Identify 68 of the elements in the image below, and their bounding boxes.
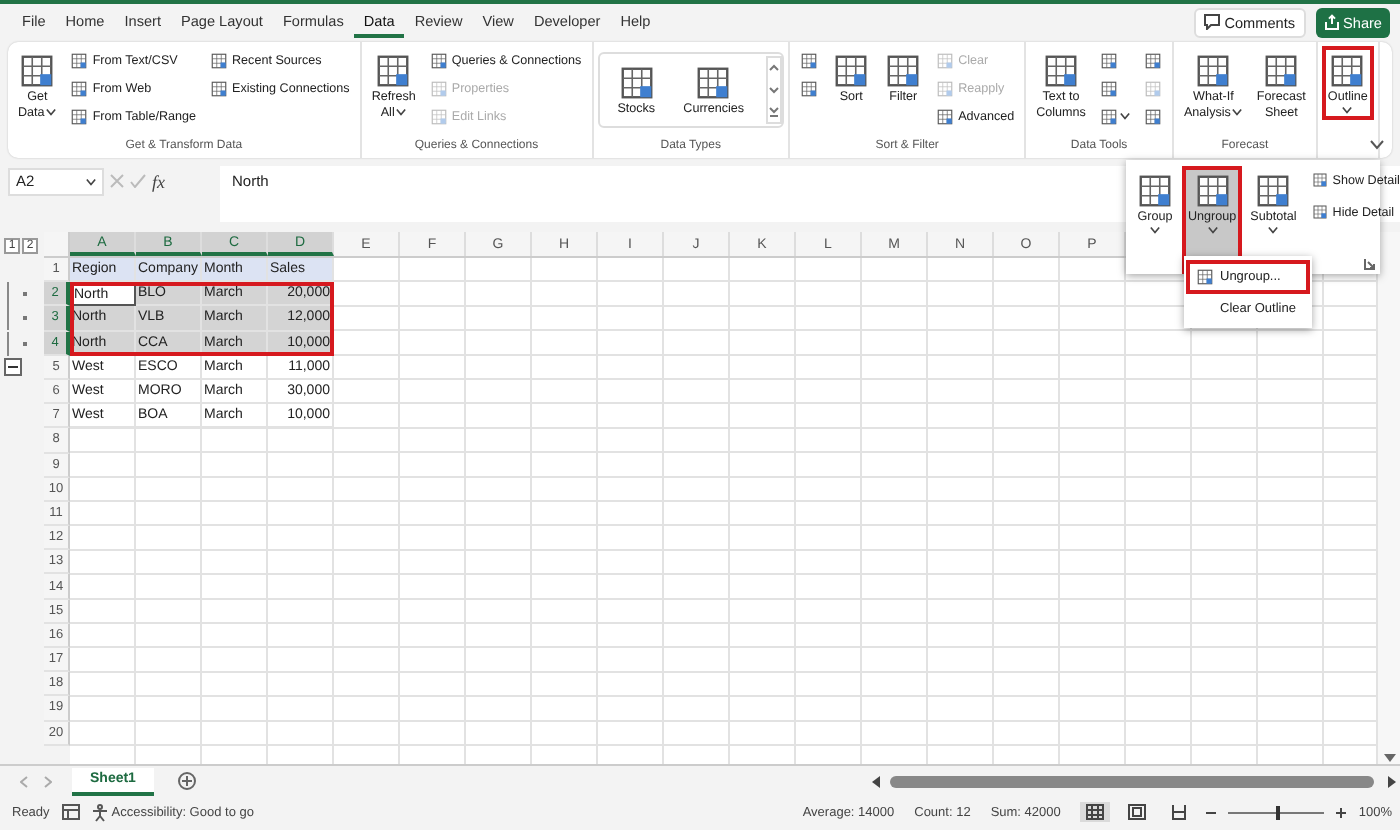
page-view-icon	[1128, 804, 1147, 820]
comment-icon	[1204, 14, 1221, 30]
table-icon	[429, 79, 448, 97]
table-icon	[1193, 172, 1232, 210]
scroll-right-icon[interactable]	[1388, 775, 1396, 787]
insert-function-button[interactable]: fx	[152, 171, 165, 191]
caret-icon	[1342, 105, 1353, 113]
table-icon	[832, 52, 871, 90]
caret-icon	[1268, 225, 1279, 233]
caret-icon	[1150, 225, 1160, 233]
table-icon	[1254, 172, 1293, 210]
table-icon	[800, 79, 819, 97]
caret-icon	[1207, 225, 1218, 233]
table-icon	[617, 63, 656, 102]
table-icon	[936, 51, 955, 69]
table-icon	[800, 51, 819, 69]
table-icon	[936, 107, 955, 125]
table-icon	[1042, 52, 1081, 90]
table-icon	[1136, 172, 1174, 210]
caret-icon	[396, 108, 407, 117]
scroll-arrows-icon[interactable]	[766, 56, 783, 124]
caret-icon	[1119, 112, 1130, 120]
table-icon	[18, 52, 57, 90]
zoom-thumb[interactable]	[1276, 805, 1281, 819]
table-icon	[70, 79, 89, 97]
person-icon	[91, 803, 108, 821]
grid-view-icon	[1086, 804, 1105, 820]
table-icon	[429, 51, 448, 69]
horizontal-scrollbar[interactable]	[872, 771, 1396, 791]
launcher-icon[interactable]	[1364, 258, 1376, 270]
page-break-icon	[1170, 804, 1189, 820]
table-icon	[429, 107, 448, 125]
sheet-icon[interactable]	[61, 804, 80, 820]
caret-icon	[1232, 108, 1243, 117]
table-icon	[1099, 51, 1118, 69]
table-icon	[1099, 107, 1118, 125]
chevron-icon[interactable]	[1370, 140, 1384, 150]
share-icon	[1323, 14, 1340, 30]
vertical-scrollbar[interactable]	[1376, 232, 1400, 764]
scroll-thumb[interactable]	[890, 775, 1374, 787]
table-icon	[884, 52, 923, 90]
table-icon	[210, 51, 228, 69]
plus-icon[interactable]	[1336, 807, 1347, 817]
caret-icon	[86, 177, 96, 185]
table-icon	[1099, 79, 1118, 97]
table-icon	[1312, 172, 1329, 188]
caret-icon	[46, 108, 57, 117]
minus-icon[interactable]	[1206, 807, 1217, 817]
table-icon	[1143, 107, 1162, 125]
check-icon[interactable]	[130, 174, 146, 188]
table-icon	[374, 52, 413, 90]
table-icon	[1312, 204, 1329, 220]
table-icon	[210, 79, 228, 97]
table-icon	[1194, 52, 1233, 90]
view-button[interactable]	[1080, 802, 1111, 822]
add-icon[interactable]	[177, 772, 196, 790]
collapse-icon[interactable]	[4, 357, 22, 376]
table-icon	[1143, 79, 1162, 97]
down-arrow-icon[interactable]	[1383, 754, 1395, 764]
table-icon	[694, 63, 733, 102]
table-icon	[936, 79, 955, 97]
table-icon	[1196, 268, 1214, 286]
table-icon	[1262, 52, 1301, 90]
table-icon	[70, 51, 89, 69]
scroll-left-icon[interactable]	[872, 775, 880, 787]
table-icon	[1328, 52, 1367, 90]
table-icon	[1143, 51, 1162, 69]
table-icon	[70, 107, 89, 125]
